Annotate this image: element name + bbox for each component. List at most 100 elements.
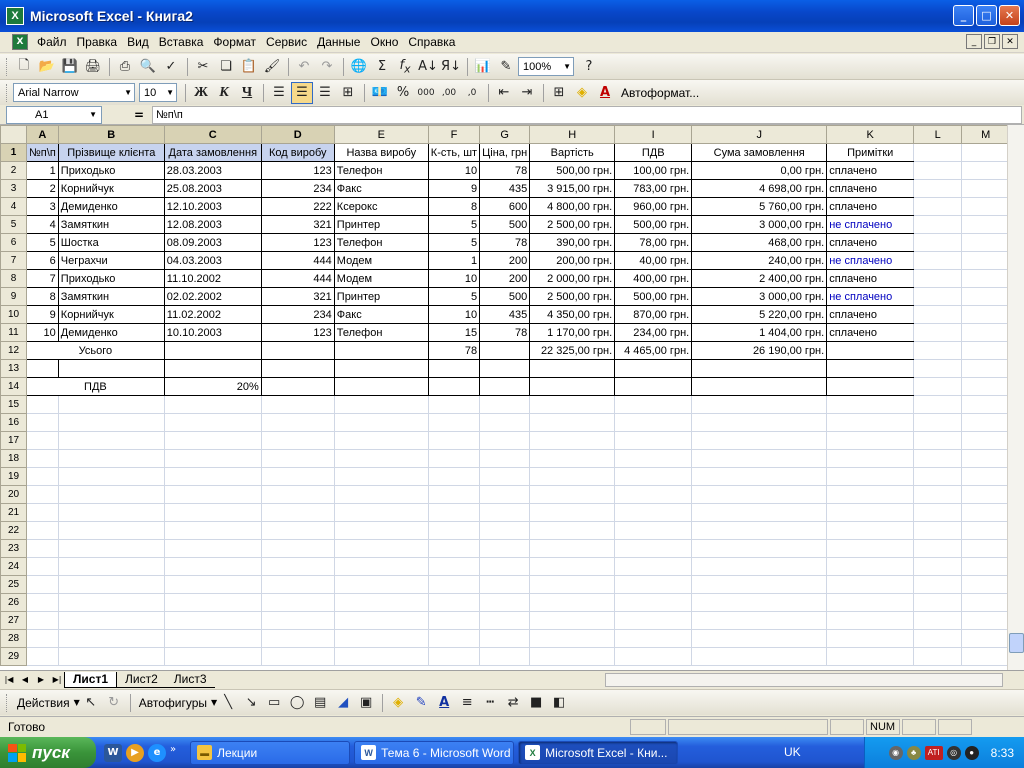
column-header[interactable]: F (427, 125, 481, 144)
cell[interactable]: 8 (427, 197, 481, 216)
cell[interactable] (260, 629, 335, 648)
line-color-icon[interactable]: ✎ (410, 692, 432, 714)
minimize-button[interactable]: _ (953, 5, 974, 26)
row-header[interactable]: 3 (0, 179, 27, 198)
row-header[interactable]: 12 (0, 341, 27, 360)
cell[interactable]: 8 (26, 287, 59, 306)
cell[interactable] (479, 539, 531, 558)
cell[interactable] (529, 431, 616, 450)
underline-button[interactable]: Ч (236, 82, 258, 104)
cell[interactable] (479, 611, 531, 630)
cell[interactable]: 5 (26, 233, 59, 252)
maximize-button[interactable]: □ (976, 5, 997, 26)
cell[interactable] (427, 467, 481, 486)
cell[interactable]: 3 (26, 197, 59, 216)
cell[interactable] (260, 341, 335, 360)
cell[interactable]: 3 000,00 грн. (691, 215, 828, 234)
help-icon[interactable]: ? (578, 56, 600, 78)
cell[interactable]: сплачено (826, 233, 915, 252)
cell[interactable] (333, 647, 429, 666)
cell[interactable] (961, 431, 1011, 450)
cell[interactable]: 26 190,00 грн. (691, 341, 828, 360)
column-header[interactable]: M (961, 125, 1011, 144)
cell[interactable] (479, 359, 531, 378)
cell[interactable] (961, 611, 1011, 630)
cell[interactable] (826, 467, 915, 486)
cell[interactable]: Ціна, грн (479, 143, 531, 162)
row-header[interactable]: 5 (0, 215, 27, 234)
horizontal-scrollbar[interactable] (605, 673, 1003, 687)
cell[interactable] (913, 341, 963, 360)
cell[interactable] (333, 359, 429, 378)
row-header[interactable]: 15 (0, 395, 27, 414)
cell[interactable] (26, 521, 59, 540)
name-box[interactable]: A1 ▼ (6, 105, 102, 124)
cell[interactable] (961, 503, 1011, 522)
cell[interactable]: сплачено (826, 269, 915, 288)
cell[interactable] (333, 449, 429, 468)
cell[interactable] (479, 485, 531, 504)
cell[interactable] (961, 629, 1011, 648)
open-folder-icon[interactable]: 📂 (36, 56, 58, 78)
cell[interactable]: 2 400,00 грн. (691, 269, 828, 288)
row-header[interactable]: 17 (0, 431, 27, 450)
cell[interactable] (333, 521, 429, 540)
cell[interactable]: 0,00 грн. (691, 161, 828, 180)
line-icon[interactable]: ╲ (217, 692, 239, 714)
cell[interactable] (691, 575, 828, 594)
cell[interactable] (913, 269, 963, 288)
cell[interactable] (529, 575, 616, 594)
row-header[interactable]: 1 (0, 143, 27, 162)
cell[interactable]: 4 350,00 грн. (529, 305, 616, 324)
cell[interactable] (260, 647, 335, 666)
close-button[interactable]: ✕ (999, 5, 1020, 26)
cell[interactable] (913, 647, 963, 666)
autosum-icon[interactable]: Σ (371, 56, 393, 78)
cell[interactable] (961, 179, 1011, 198)
row-header[interactable]: 21 (0, 503, 27, 522)
rectangle-icon[interactable]: ▭ (263, 692, 285, 714)
cell[interactable]: Прізвище клієнта (57, 143, 165, 162)
3d-icon[interactable]: ◧ (548, 692, 570, 714)
network-icon[interactable]: ♣ (906, 745, 921, 760)
cell[interactable]: ПДВ (614, 143, 693, 162)
cell[interactable] (479, 521, 531, 540)
cell[interactable] (163, 539, 262, 558)
cell[interactable] (26, 395, 59, 414)
column-header[interactable]: L (913, 125, 963, 144)
cell[interactable] (614, 431, 693, 450)
cell[interactable] (961, 359, 1011, 378)
first-sheet-icon[interactable]: |◀ (2, 673, 16, 687)
cell[interactable] (913, 179, 963, 198)
cell[interactable] (826, 539, 915, 558)
cell[interactable] (427, 593, 481, 612)
menu-data[interactable]: Данные (312, 35, 365, 49)
menu-format[interactable]: Формат (208, 35, 261, 49)
cell[interactable] (529, 593, 616, 612)
actions-menu[interactable]: Действия (13, 696, 74, 710)
cell[interactable] (961, 287, 1011, 306)
cell[interactable] (333, 395, 429, 414)
cell[interactable] (961, 467, 1011, 486)
toolbar-grip[interactable] (6, 83, 9, 102)
cell[interactable]: 20% (163, 377, 262, 396)
cell[interactable] (163, 503, 262, 522)
cell[interactable]: не сплачено (826, 215, 915, 234)
cell[interactable]: Усього (26, 341, 165, 360)
new-file-icon[interactable]: 🗋 (13, 56, 35, 78)
cell[interactable] (913, 395, 963, 414)
cell[interactable] (913, 611, 963, 630)
cell[interactable] (529, 629, 616, 648)
row-header[interactable]: 14 (0, 377, 27, 396)
cell[interactable] (961, 449, 1011, 468)
cell[interactable] (479, 575, 531, 594)
font-color-icon[interactable]: A (594, 82, 616, 104)
format-painter-icon[interactable]: 🖌 (261, 56, 283, 78)
column-header[interactable]: K (826, 125, 915, 144)
cell[interactable]: 200 (479, 251, 531, 270)
cell[interactable] (913, 503, 963, 522)
cell[interactable]: Чеграхчи (57, 251, 165, 270)
cell[interactable] (333, 575, 429, 594)
menu-tools[interactable]: Сервис (261, 35, 312, 49)
cell[interactable] (479, 557, 531, 576)
